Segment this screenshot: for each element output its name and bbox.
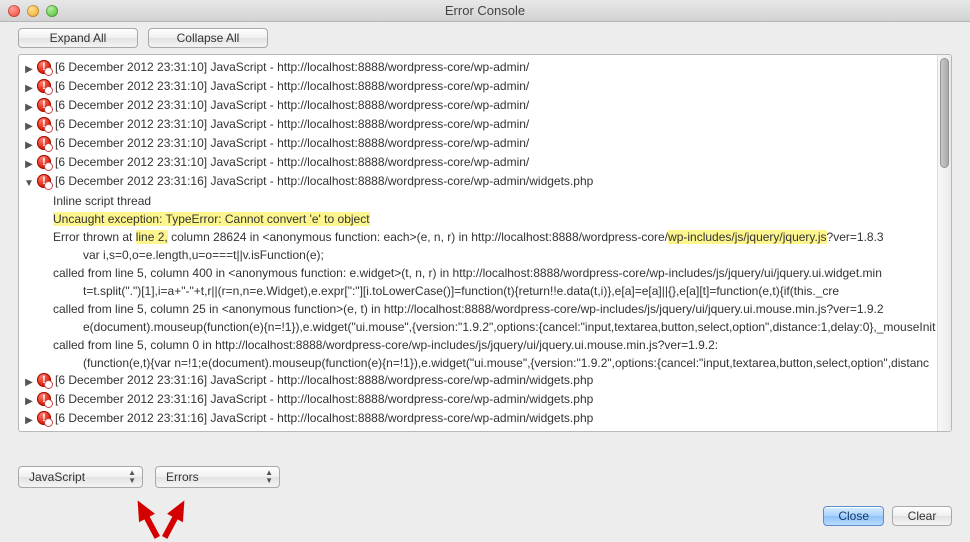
footer-buttons: Close Clear (823, 506, 952, 526)
close-button[interactable]: Close (823, 506, 884, 526)
window-controls (8, 5, 58, 17)
log-text: [6 December 2012 23:31:10] JavaScript - … (55, 135, 935, 152)
window-title: Error Console (0, 3, 970, 18)
log-row[interactable]: ▶ [6 December 2012 23:31:10] JavaScript -… (23, 97, 935, 116)
chevron-down-icon[interactable]: ▼ (23, 175, 35, 192)
log-text: [6 December 2012 23:31:10] JavaScript - … (55, 78, 935, 95)
collapse-all-button[interactable]: Collapse All (148, 28, 268, 48)
stacktrace-subline: var i,s=0,o=e.length,u=o===t||v.isFuncti… (53, 246, 935, 264)
chevron-right-icon[interactable]: ▶ (23, 393, 35, 410)
filters: JavaScript ▲▼ Errors ▲▼ (18, 466, 952, 488)
annotation-arrow-icon (167, 496, 192, 522)
scrollbar[interactable] (937, 55, 951, 431)
chevron-right-icon[interactable]: ▶ (23, 80, 35, 97)
minimize-icon[interactable] (27, 5, 39, 17)
close-icon[interactable] (8, 5, 20, 17)
chevron-right-icon[interactable]: ▶ (23, 137, 35, 154)
error-icon (37, 117, 51, 131)
stacktrace-line: Error thrown at line 2, column 28624 in … (53, 228, 935, 246)
log-row[interactable]: ▶ [6 December 2012 23:31:10] JavaScript -… (23, 116, 935, 135)
log-row[interactable]: ▶ [6 December 2012 23:31:16] JavaScript -… (23, 391, 935, 410)
stacktrace-line: Inline script thread (53, 192, 935, 210)
scrollbar-thumb[interactable] (940, 58, 949, 168)
stacktrace-subline: e(document).mouseup(function(e){n=!1}),e… (53, 318, 935, 336)
error-icon (37, 136, 51, 150)
log-text: [6 December 2012 23:31:16] JavaScript - … (55, 173, 935, 190)
chevron-right-icon[interactable]: ▶ (23, 412, 35, 429)
log-row[interactable]: ▼ [6 December 2012 23:31:16] JavaScript -… (23, 173, 935, 192)
log-text: [6 December 2012 23:31:10] JavaScript - … (55, 116, 935, 133)
chevron-right-icon[interactable]: ▶ (23, 374, 35, 391)
error-icon (37, 155, 51, 169)
log-row[interactable]: ▶ [6 December 2012 23:31:10] JavaScript -… (23, 59, 935, 78)
log-text: [6 December 2012 23:31:16] JavaScript - … (55, 391, 935, 408)
filter-level-select[interactable]: Errors ▲▼ (155, 466, 280, 488)
filter-level-value: Errors (166, 470, 199, 484)
annotation-arrow-icon (130, 496, 155, 522)
stacktrace-line: called from line 5, column 0 in http://l… (53, 336, 935, 354)
filter-source-value: JavaScript (29, 470, 85, 484)
log-text: [6 December 2012 23:31:10] JavaScript - … (55, 59, 935, 76)
log-row[interactable]: ▶ [6 December 2012 23:31:10] JavaScript -… (23, 154, 935, 173)
select-arrows-icon: ▲▼ (265, 469, 273, 485)
log-panel: ▶ [6 December 2012 23:31:10] JavaScript -… (18, 54, 952, 432)
log-row[interactable]: ▶ [6 December 2012 23:31:10] JavaScript -… (23, 135, 935, 154)
titlebar: Error Console (0, 0, 970, 22)
error-icon (37, 60, 51, 74)
expand-all-button[interactable]: Expand All (18, 28, 138, 48)
chevron-right-icon[interactable]: ▶ (23, 156, 35, 173)
stacktrace-block: Inline script threadUncaught exception: … (23, 192, 935, 372)
log-text: [6 December 2012 23:31:10] JavaScript - … (55, 97, 935, 114)
zoom-icon[interactable] (46, 5, 58, 17)
log-text: [6 December 2012 23:31:10] JavaScript - … (55, 154, 935, 171)
error-icon (37, 411, 51, 425)
log-text: [6 December 2012 23:31:16] JavaScript - … (55, 372, 935, 389)
log-row[interactable]: ▶ [6 December 2012 23:31:16] JavaScript -… (23, 372, 935, 391)
chevron-right-icon[interactable]: ▶ (23, 99, 35, 116)
stacktrace-subline: (function(e,t){var n=!1;e(document).mous… (53, 354, 935, 372)
clear-button[interactable]: Clear (892, 506, 952, 526)
toolbar: Expand All Collapse All (0, 22, 970, 54)
error-icon (37, 79, 51, 93)
stacktrace-line: Uncaught exception: TypeError: Cannot co… (53, 210, 935, 228)
log-text: [6 December 2012 23:31:16] JavaScript - … (55, 410, 935, 427)
error-icon (37, 98, 51, 112)
chevron-right-icon[interactable]: ▶ (23, 118, 35, 135)
log-row[interactable]: ▶ [6 December 2012 23:31:10] JavaScript -… (23, 78, 935, 97)
filter-source-select[interactable]: JavaScript ▲▼ (18, 466, 143, 488)
error-icon (37, 392, 51, 406)
stacktrace-line: called from line 5, column 25 in <anonym… (53, 300, 935, 318)
error-icon (37, 373, 51, 387)
stacktrace-line: called from line 5, column 400 in <anony… (53, 264, 935, 282)
log-row[interactable]: ▶ [6 December 2012 23:31:16] JavaScript -… (23, 410, 935, 429)
log-scroll[interactable]: ▶ [6 December 2012 23:31:10] JavaScript -… (19, 55, 937, 431)
footer: JavaScript ▲▼ Errors ▲▼ Close Clear (18, 466, 952, 526)
error-icon (37, 174, 51, 188)
chevron-right-icon[interactable]: ▶ (23, 61, 35, 78)
stacktrace-subline: t=t.split(".")[1],i=a+"-"+t,r||(r=n,n=e.… (53, 282, 935, 300)
select-arrows-icon: ▲▼ (128, 469, 136, 485)
